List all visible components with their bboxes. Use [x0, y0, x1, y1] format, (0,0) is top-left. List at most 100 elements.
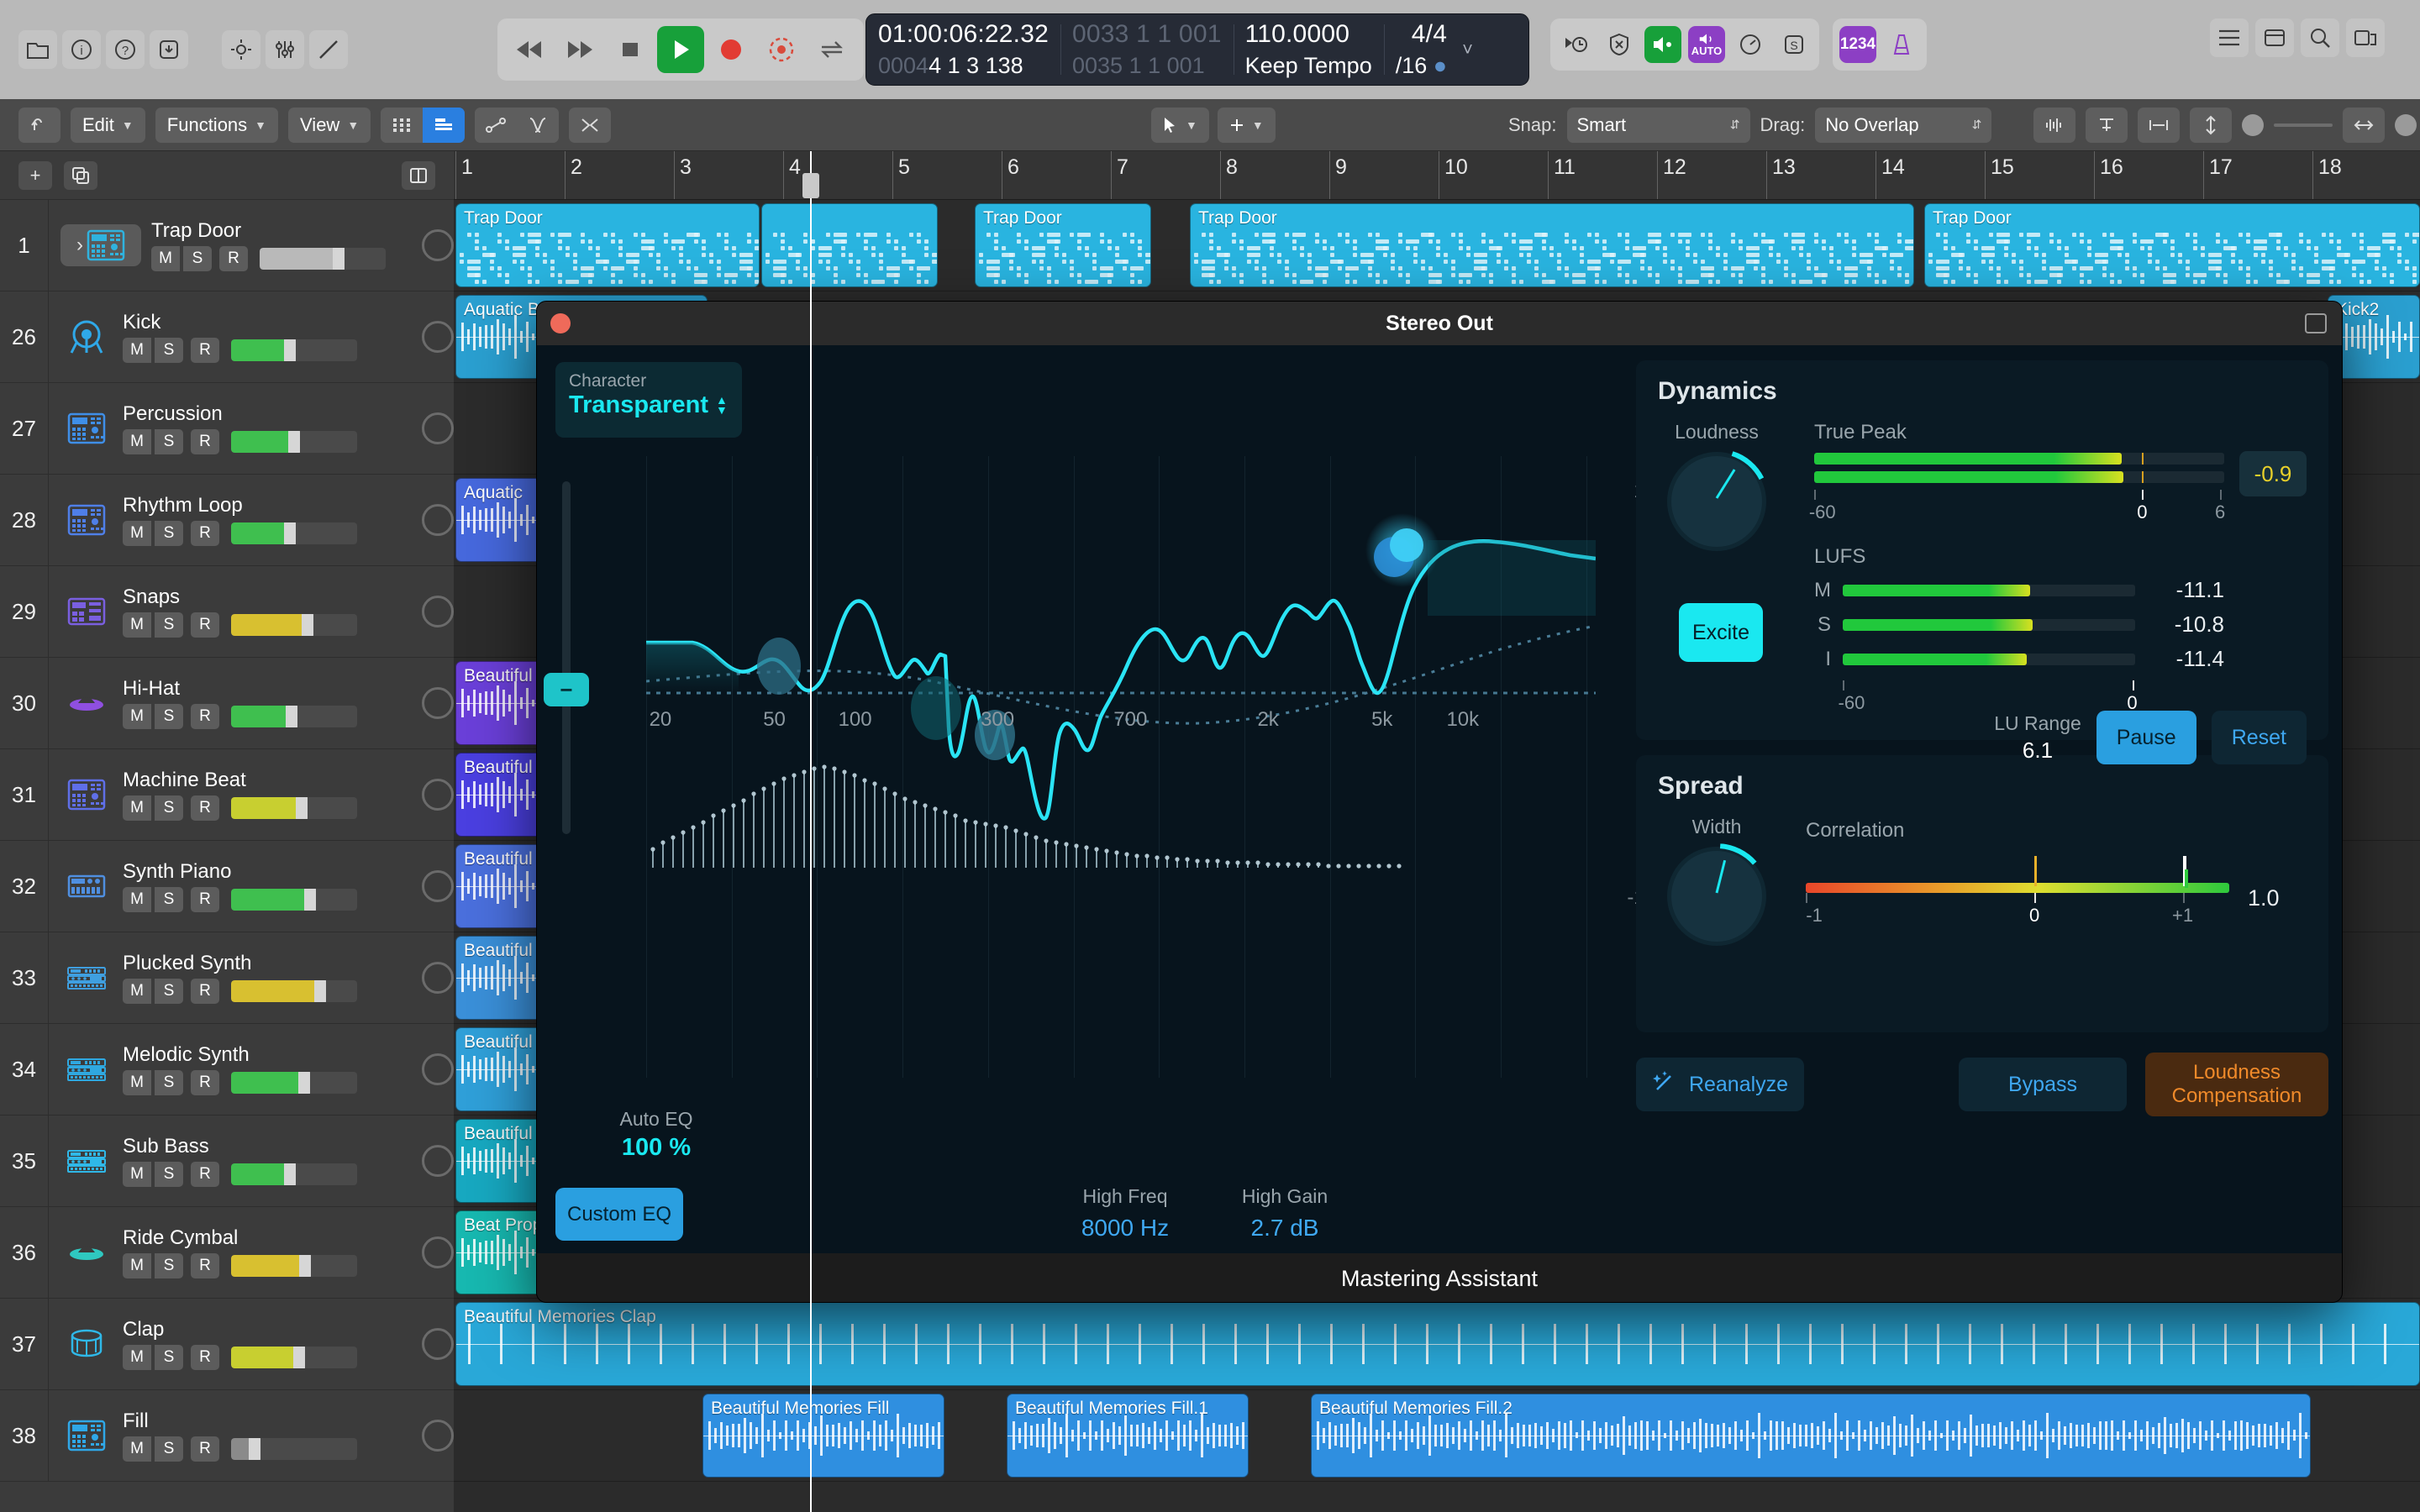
- track-name[interactable]: Percussion: [123, 402, 400, 426]
- region[interactable]: Trap Door: [455, 203, 760, 287]
- track-row[interactable]: 29 Snaps M S R: [0, 566, 454, 658]
- track-row[interactable]: 30 Hi-Hat M S R: [0, 658, 454, 749]
- mute-button[interactable]: M: [123, 1253, 151, 1278]
- pan-knob[interactable]: [422, 687, 454, 719]
- metronome-icon[interactable]: [1883, 26, 1920, 63]
- high-freq-field[interactable]: High Freq 8000 Hz: [1041, 1185, 1209, 1242]
- pan-knob[interactable]: [422, 1236, 454, 1268]
- record-arm-button[interactable]: R: [191, 429, 219, 454]
- track-name[interactable]: Plucked Synth: [123, 952, 400, 975]
- drum-machine-icon[interactable]: [60, 774, 113, 816]
- pan-knob[interactable]: [422, 1420, 454, 1452]
- mute-button[interactable]: M: [123, 795, 151, 821]
- track-row[interactable]: 26 Kick M S R: [0, 291, 454, 383]
- volume-fader[interactable]: [231, 1347, 357, 1368]
- track-row[interactable]: 37 Clap M S R: [0, 1299, 454, 1390]
- stepper-updown-icon[interactable]: ▲ ▼: [716, 394, 728, 416]
- track-row[interactable]: 31 Machine Beat M S R: [0, 749, 454, 841]
- rewind-icon[interactable]: [506, 26, 553, 73]
- solo-button[interactable]: S: [155, 1070, 183, 1095]
- region[interactable]: Beautiful Memories Clap: [455, 1302, 2420, 1386]
- mastering-assistant-window[interactable]: Stereo Out Character Transparent ▲ ▼ − 2…: [536, 301, 2343, 1303]
- volume-fader[interactable]: [231, 889, 357, 911]
- track-lane[interactable]: Beautiful Memories Clap: [454, 1299, 2420, 1390]
- solo-icon[interactable]: S: [1776, 26, 1812, 63]
- mute-button[interactable]: M: [123, 338, 151, 363]
- track-row[interactable]: 28 Rhythm Loop M S R: [0, 475, 454, 566]
- horizontal-zoom-slider[interactable]: [2395, 113, 2417, 136]
- record-arm-button[interactable]: R: [191, 887, 219, 912]
- solo-button[interactable]: S: [155, 338, 183, 363]
- volume-fader[interactable]: [231, 339, 357, 361]
- record-arm-button[interactable]: R: [191, 338, 219, 363]
- mute-button[interactable]: M: [123, 521, 151, 546]
- auto-eq-readout[interactable]: Auto EQ 100 %: [555, 1108, 757, 1162]
- synth-icon[interactable]: [60, 1048, 113, 1090]
- list-view-icon[interactable]: [423, 107, 466, 143]
- waveform-icon[interactable]: [2033, 107, 2075, 143]
- kick-drum-icon[interactable]: [60, 316, 113, 358]
- region[interactable]: Trap Door: [975, 203, 1151, 287]
- lcd-locators-cell[interactable]: 0033 1 1 001 0035 1 1 001: [1060, 14, 1234, 85]
- library-icon[interactable]: [18, 30, 57, 69]
- solo-button[interactable]: S: [155, 979, 183, 1004]
- record-arm-button[interactable]: R: [191, 1162, 219, 1187]
- track-row[interactable]: 1 › Trap Door M S R: [0, 200, 454, 291]
- pan-knob[interactable]: [422, 504, 454, 536]
- track-name[interactable]: Clap: [123, 1318, 400, 1341]
- window-control-icon[interactable]: [2305, 313, 2327, 333]
- track-name[interactable]: Synth Piano: [123, 860, 400, 884]
- record-arm-button[interactable]: R: [191, 612, 219, 638]
- custom-eq-button[interactable]: Custom EQ: [555, 1188, 683, 1241]
- region[interactable]: Beautiful Memories Fill.2: [1311, 1394, 2311, 1478]
- pan-knob[interactable]: [422, 321, 454, 353]
- track-name[interactable]: Fill: [123, 1410, 400, 1433]
- bar-ruler[interactable]: 1 2 3 4 5 6 7 8 9 10 11 12 13 14 15 16 1…: [454, 151, 2420, 200]
- track-name[interactable]: Machine Beat: [123, 769, 400, 792]
- mute-button[interactable]: M: [151, 246, 180, 271]
- notes-icon[interactable]: [2255, 18, 2294, 57]
- region[interactable]: Trap Door: [1190, 203, 1914, 287]
- download-icon[interactable]: [150, 30, 188, 69]
- speaker-icon[interactable]: [1644, 26, 1681, 63]
- media-browser-icon[interactable]: [2346, 18, 2385, 57]
- drum-machine-icon[interactable]: ›: [60, 224, 141, 266]
- pan-knob[interactable]: [422, 1145, 454, 1177]
- mute-button[interactable]: M: [123, 1345, 151, 1370]
- width-knob[interactable]: [1667, 847, 1766, 946]
- record-arm-button[interactable]: R: [191, 1436, 219, 1462]
- record-arm-button[interactable]: R: [191, 979, 219, 1004]
- solo-button[interactable]: S: [155, 795, 183, 821]
- solo-button[interactable]: S: [155, 1345, 183, 1370]
- sampler-icon[interactable]: [60, 591, 113, 633]
- track-name[interactable]: Hi-Hat: [123, 677, 400, 701]
- mute-button[interactable]: M: [123, 1162, 151, 1187]
- track-row[interactable]: 32 Synth Piano M S R: [0, 841, 454, 932]
- region[interactable]: Beautiful Memories Fill: [702, 1394, 944, 1478]
- lcd-display[interactable]: 01:00:06:22.32 00044 1 3 138 0033 1 1 00…: [865, 13, 1529, 86]
- mixer-sliders-icon[interactable]: [266, 30, 304, 69]
- loudness-compensation-button[interactable]: Loudness Compensation: [2145, 1053, 2328, 1116]
- volume-fader[interactable]: [231, 614, 357, 636]
- record-arm-button[interactable]: R: [191, 1345, 219, 1370]
- volume-fader[interactable]: [231, 522, 357, 544]
- link-icon[interactable]: [2138, 107, 2180, 143]
- record-arm-button[interactable]: R: [191, 521, 219, 546]
- pan-knob[interactable]: [422, 779, 454, 811]
- solo-button[interactable]: S: [155, 521, 183, 546]
- record-icon[interactable]: [708, 26, 755, 73]
- add-track-button[interactable]: +: [18, 160, 52, 190]
- track-row[interactable]: 34 Melodic Synth M S R: [0, 1024, 454, 1116]
- pan-knob[interactable]: [422, 229, 454, 261]
- record-arm-button[interactable]: R: [219, 246, 248, 271]
- track-name[interactable]: Kick: [123, 311, 400, 334]
- mute-button[interactable]: M: [123, 704, 151, 729]
- zoom-slider-track[interactable]: [2274, 123, 2333, 127]
- excite-button[interactable]: Excite: [1679, 603, 1763, 662]
- mute-button[interactable]: M: [123, 979, 151, 1004]
- close-icon[interactable]: [550, 313, 571, 333]
- lcd-tempo-cell[interactable]: 110.0000 Keep Tempo: [1233, 14, 1384, 85]
- playhead[interactable]: [802, 151, 819, 1512]
- track-name[interactable]: Snaps: [123, 585, 400, 609]
- mute-button[interactable]: M: [123, 1436, 151, 1462]
